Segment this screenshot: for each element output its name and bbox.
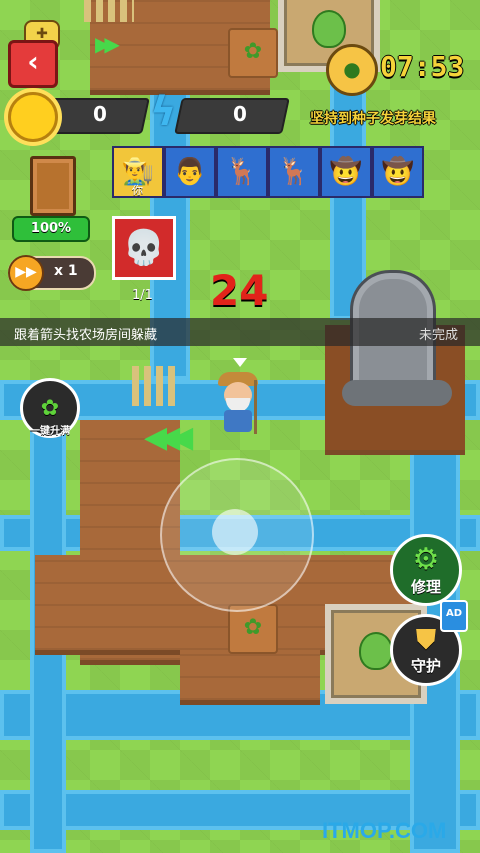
player-avatar: 🤠 xyxy=(372,146,424,198)
rock-pile xyxy=(342,380,452,406)
player-self-tag: 你 xyxy=(132,184,143,197)
direction-arrow-icon: ◀◀◀ xyxy=(144,420,193,455)
door-icon xyxy=(30,156,76,216)
task-banner: 跟着箭头找农场房间躲藏 未完成 xyxy=(0,318,480,346)
ad-badge: AD xyxy=(440,600,468,632)
seed-bag-icon xyxy=(359,632,393,670)
sun-count: 0 xyxy=(93,102,107,126)
player-avatar: 👨 xyxy=(164,146,216,198)
player-avatar: 🦌 xyxy=(268,146,320,198)
upgrade-all-button[interactable]: ✿ 一键升满 xyxy=(20,378,80,438)
repair-button[interactable]: ⚙ 修理 xyxy=(390,534,462,606)
player-marker-icon xyxy=(233,358,247,367)
dirt-field xyxy=(180,650,320,705)
direction-arrow-icon: ▶▶ xyxy=(95,32,120,56)
player-list: 👨‍🌾 你 👨 🦌 🦌 🤠 🤠 xyxy=(112,146,424,198)
timer-icon: ● xyxy=(326,44,378,96)
upgrade-all-label: 一键升满 xyxy=(30,426,70,437)
back-arrow-icon: ‹ xyxy=(27,45,39,78)
door-health-text: 100% xyxy=(30,221,72,236)
guard-label: 守护 xyxy=(410,656,441,675)
player-avatar: 🤠 xyxy=(320,146,372,198)
fast-forward-icon: ▶▶ xyxy=(8,255,44,291)
player-avatar-self: 👨‍🌾 你 xyxy=(112,146,164,198)
seed-bag-icon xyxy=(312,10,346,48)
watermark-text: ITMOP.COM xyxy=(322,818,447,843)
shield-icon: ⛊ xyxy=(416,624,436,655)
back-button[interactable]: ‹ xyxy=(8,40,58,88)
skull-icon: 💀 xyxy=(112,216,176,280)
fence xyxy=(84,0,134,22)
joystick-knob[interactable] xyxy=(212,509,258,555)
energy-count: 0 xyxy=(233,102,247,126)
lightning-icon: ϟ xyxy=(150,89,177,135)
plant-icon: ✿ xyxy=(40,395,60,421)
task-status: 未完成 xyxy=(418,328,458,343)
player-avatar: 🦌 xyxy=(216,146,268,198)
ad-badge-label: AD xyxy=(445,608,463,619)
player-character xyxy=(214,372,262,438)
sun-icon xyxy=(8,92,58,142)
gear-icon: ⚙ xyxy=(412,541,440,577)
speed-label: x 1 xyxy=(54,263,78,279)
enemy-count: 1/1 xyxy=(132,288,153,303)
fence xyxy=(132,366,178,406)
speed-button[interactable]: ▶▶ x 1 xyxy=(8,255,96,291)
seed-plot[interactable]: ✿ xyxy=(228,28,278,78)
objective-text: 坚持到种子发芽结果 xyxy=(310,111,436,127)
countdown-number: 24 xyxy=(210,266,269,315)
task-text: 跟着箭头找农场房间躲藏 xyxy=(14,328,158,343)
door-health-bar: 100% xyxy=(12,216,90,242)
repair-label: 修理 xyxy=(410,577,441,596)
timer-text: 07:53 xyxy=(380,50,465,83)
